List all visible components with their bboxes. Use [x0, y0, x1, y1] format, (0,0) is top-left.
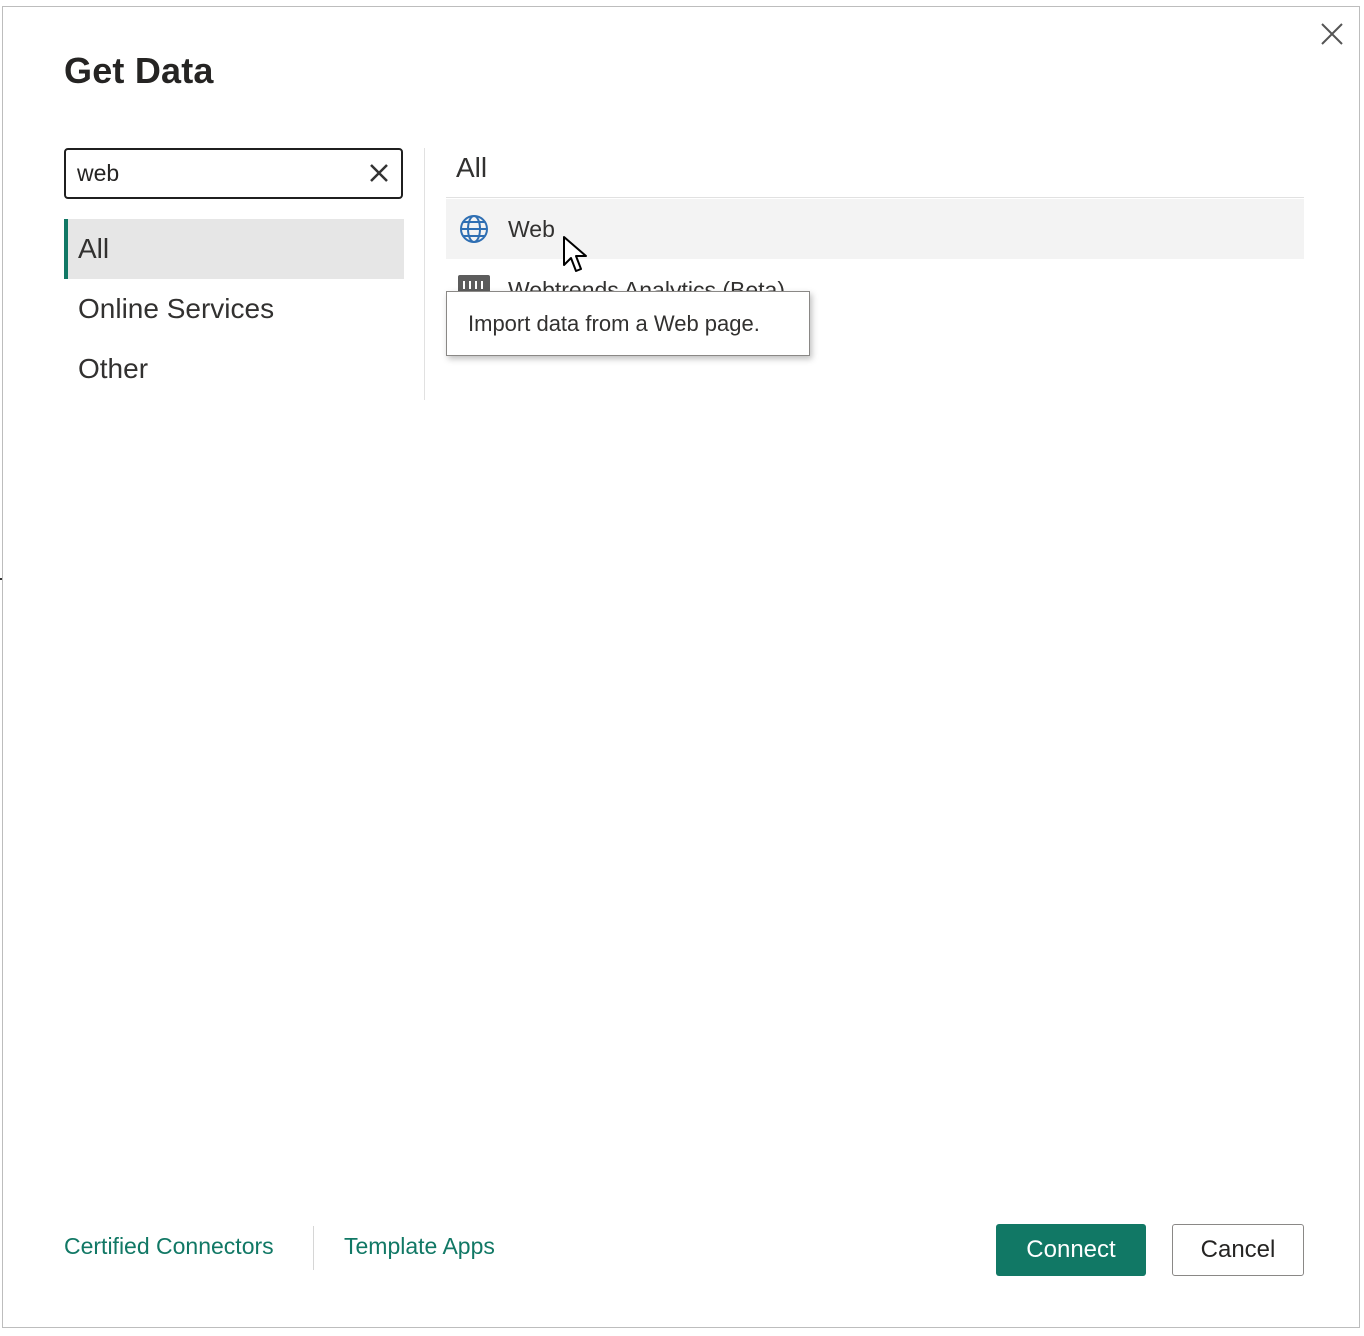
- connector-label: Web: [508, 215, 555, 242]
- category-label: Online Services: [78, 293, 275, 324]
- connector-label: Webtrends Analytics (Beta): [508, 277, 785, 291]
- category-label: All: [78, 233, 110, 264]
- dialog-title: Get Data: [64, 50, 214, 91]
- close-icon: [1321, 23, 1343, 45]
- globe-icon: [460, 215, 488, 243]
- clear-x-icon: [370, 164, 388, 182]
- cancel-button[interactable]: Cancel: [1172, 1224, 1304, 1276]
- close-button[interactable]: [1318, 20, 1346, 48]
- connector-tooltip: Import data from a Web page.: [446, 291, 810, 356]
- webtrends-icon: [458, 275, 490, 291]
- category-all[interactable]: All: [64, 219, 404, 279]
- connect-button[interactable]: Connect: [996, 1224, 1146, 1276]
- results-section-title: All: [456, 152, 488, 183]
- template-apps-link[interactable]: Template Apps: [344, 1233, 495, 1260]
- category-label: Other: [78, 353, 149, 384]
- section-divider: [446, 197, 1304, 198]
- mouse-cursor-icon: [563, 236, 587, 272]
- certified-connectors-link[interactable]: Certified Connectors: [64, 1233, 274, 1260]
- category-other[interactable]: Other: [64, 339, 404, 399]
- search-input[interactable]: [75, 159, 359, 188]
- panel-divider: [424, 148, 425, 400]
- category-online-services[interactable]: Online Services: [64, 279, 404, 339]
- clear-search-button[interactable]: [365, 159, 393, 187]
- category-list: All Online Services Other: [64, 219, 404, 399]
- footer-divider: [313, 1226, 314, 1270]
- search-box[interactable]: [64, 148, 403, 199]
